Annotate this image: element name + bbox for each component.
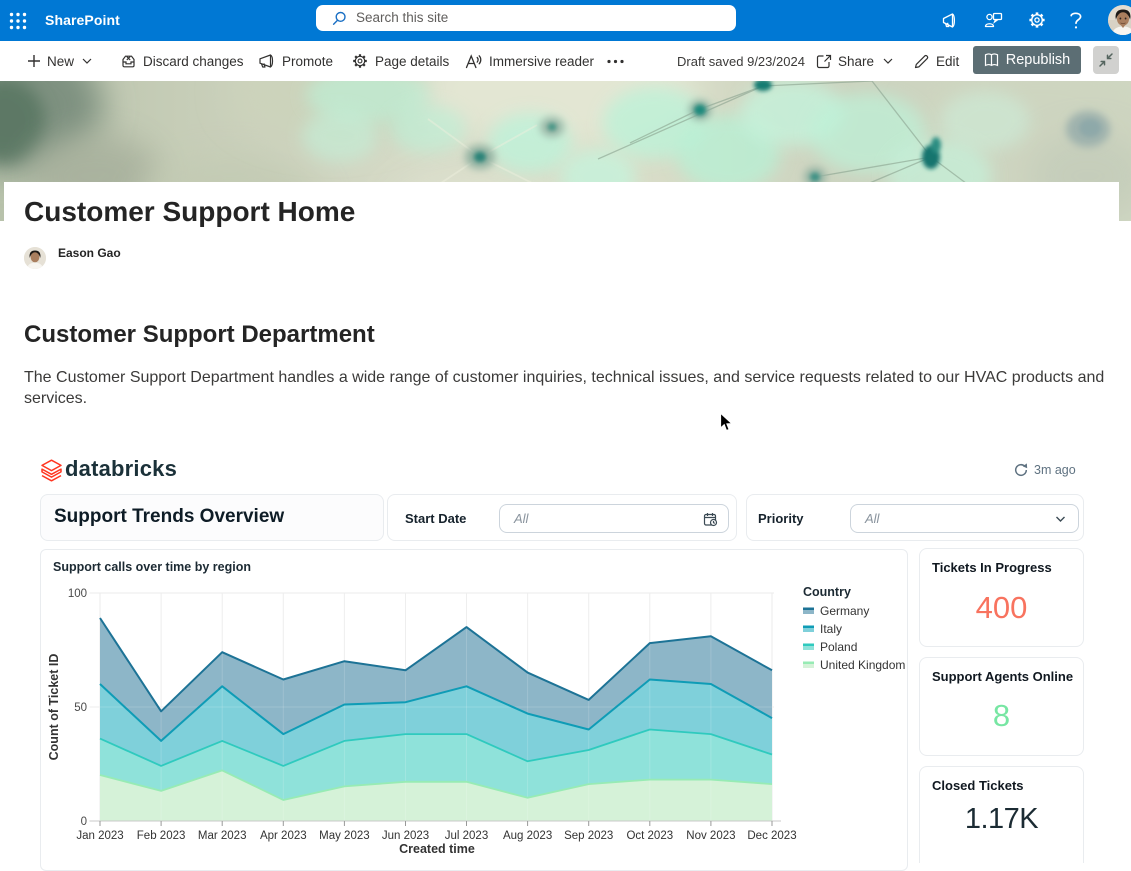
- svg-text:United Kingdom: United Kingdom: [820, 658, 905, 672]
- svg-text:Apr 2023: Apr 2023: [260, 830, 307, 842]
- svg-text:50: 50: [74, 702, 87, 714]
- svg-text:Jun 2023: Jun 2023: [382, 830, 429, 842]
- svg-text:Created time: Created time: [399, 842, 475, 856]
- svg-text:Jul 2023: Jul 2023: [445, 830, 488, 842]
- svg-text:100: 100: [68, 588, 87, 600]
- svg-text:Poland: Poland: [820, 640, 857, 654]
- svg-text:May 2023: May 2023: [319, 830, 370, 842]
- svg-text:Oct 2023: Oct 2023: [626, 830, 673, 842]
- svg-text:Italy: Italy: [820, 622, 842, 636]
- svg-text:Mar 2023: Mar 2023: [198, 830, 247, 842]
- svg-text:Germany: Germany: [820, 604, 869, 618]
- svg-text:Support calls over time by reg: Support calls over time by region: [53, 560, 251, 574]
- svg-text:Sep 2023: Sep 2023: [564, 830, 613, 842]
- svg-text:Nov 2023: Nov 2023: [686, 830, 735, 842]
- svg-text:Jan 2023: Jan 2023: [76, 830, 123, 842]
- svg-text:Feb 2023: Feb 2023: [137, 830, 186, 842]
- svg-text:Count of Ticket ID: Count of Ticket ID: [47, 654, 61, 761]
- svg-text:Country: Country: [803, 585, 851, 599]
- svg-text:Dec 2023: Dec 2023: [747, 830, 796, 842]
- svg-text:0: 0: [81, 816, 87, 828]
- svg-text:Aug 2023: Aug 2023: [503, 830, 552, 842]
